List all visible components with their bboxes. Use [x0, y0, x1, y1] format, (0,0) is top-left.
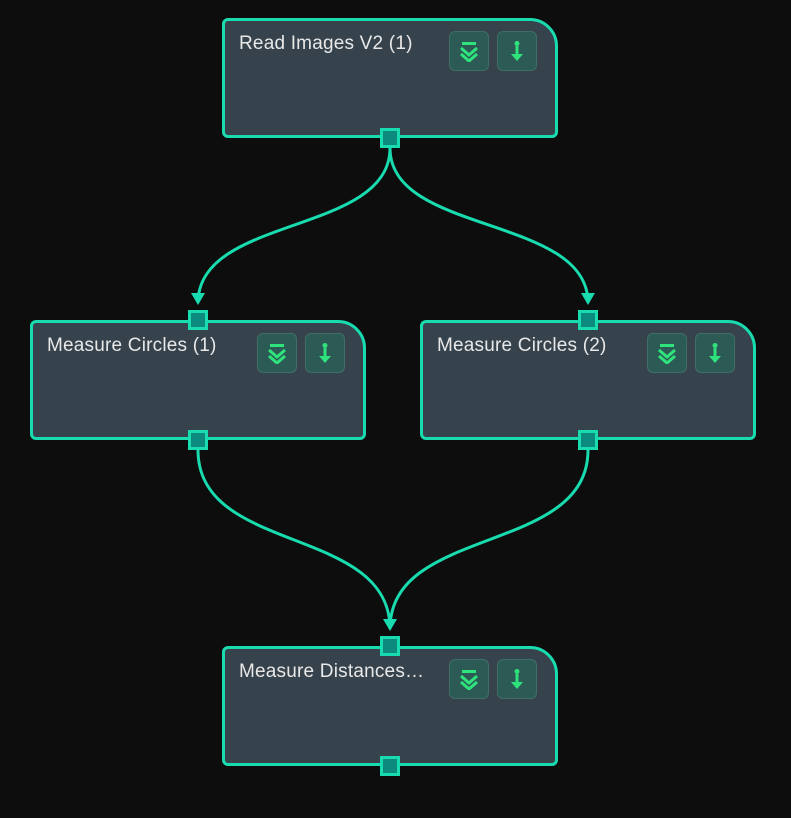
node-title: Measure Circles (1)	[47, 335, 217, 357]
arrowhead-icon	[191, 293, 205, 305]
edge-n2-n4	[198, 450, 390, 629]
arrowhead-icon	[581, 293, 595, 305]
node-measure-circles-1[interactable]: Measure Circles (1)	[30, 320, 366, 440]
output-port[interactable]	[578, 430, 598, 450]
expand-down-icon	[266, 342, 288, 364]
input-port[interactable]	[578, 310, 598, 330]
output-port[interactable]	[380, 128, 400, 148]
run-button[interactable]	[305, 333, 345, 373]
expand-button[interactable]	[449, 659, 489, 699]
output-port[interactable]	[188, 430, 208, 450]
run-button[interactable]	[497, 31, 537, 71]
run-down-icon	[704, 342, 726, 364]
run-button[interactable]	[497, 659, 537, 699]
node-title: Measure Circles (2)	[437, 335, 607, 357]
node-title: Read Images V2 (1)	[239, 33, 413, 55]
expand-button[interactable]	[647, 333, 687, 373]
edge-n3-n4	[390, 450, 588, 629]
output-port[interactable]	[380, 756, 400, 776]
run-down-icon	[506, 40, 528, 62]
expand-button[interactable]	[449, 31, 489, 71]
run-down-icon	[314, 342, 336, 364]
node-measure-circles-2[interactable]: Measure Circles (2)	[420, 320, 756, 440]
edge-n1-n3	[390, 148, 588, 303]
expand-down-icon	[656, 342, 678, 364]
node-title: Measure Distances…	[239, 661, 424, 683]
run-button[interactable]	[695, 333, 735, 373]
node-read-images[interactable]: Read Images V2 (1)	[222, 18, 558, 138]
input-port[interactable]	[188, 310, 208, 330]
input-port[interactable]	[380, 636, 400, 656]
expand-button[interactable]	[257, 333, 297, 373]
arrowhead-icon	[383, 619, 397, 631]
node-measure-distances[interactable]: Measure Distances…	[222, 646, 558, 766]
run-down-icon	[506, 668, 528, 690]
edge-n1-n2	[198, 148, 390, 303]
expand-down-icon	[458, 40, 480, 62]
expand-down-icon	[458, 668, 480, 690]
diagram-canvas[interactable]: Read Images V2 (1) Measure Circles (	[0, 0, 791, 818]
